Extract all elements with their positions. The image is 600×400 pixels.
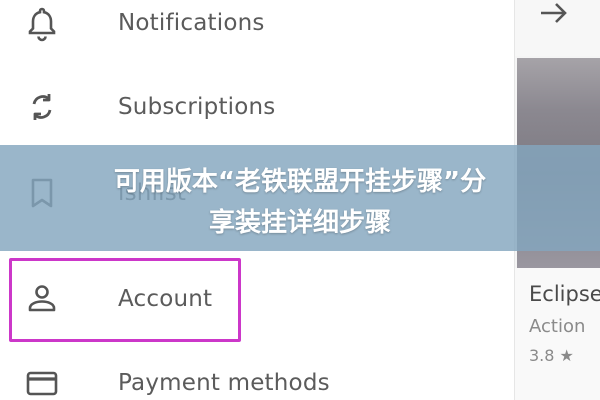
menu-item-label: Subscriptions (118, 94, 276, 120)
credit-card-icon (26, 371, 58, 396)
caption-line-1: 可用版本“老铁联盟开挂步骤”分 (113, 167, 487, 197)
menu-item-payment-methods[interactable]: Payment methods (0, 348, 514, 400)
account-highlight-box (9, 258, 241, 342)
game-genre: Action (529, 316, 586, 337)
game-rating: 3.8 ★ (529, 346, 574, 365)
caption-line-2: 享装挂详细步骤 (208, 208, 391, 238)
arrow-right-icon[interactable] (535, 0, 575, 30)
app-top-bar (515, 0, 600, 56)
game-card[interactable]: Eclipse Action 3.8 ★ (515, 268, 600, 400)
game-title: Eclipse (529, 282, 600, 306)
sync-icon (32, 94, 52, 120)
menu-item-subscriptions[interactable]: Subscriptions (0, 72, 514, 142)
menu-item-label: Payment methods (118, 370, 330, 396)
menu-item-label: Notifications (118, 10, 265, 36)
screenshot-stage: Notifications Subscriptions ishlist Acco… (0, 0, 600, 400)
caption-overlay-banner: 可用版本“老铁联盟开挂步骤”分 享装挂详细步骤 (0, 145, 600, 251)
bell-icon (28, 7, 56, 42)
menu-item-notifications[interactable]: Notifications (0, 0, 514, 58)
